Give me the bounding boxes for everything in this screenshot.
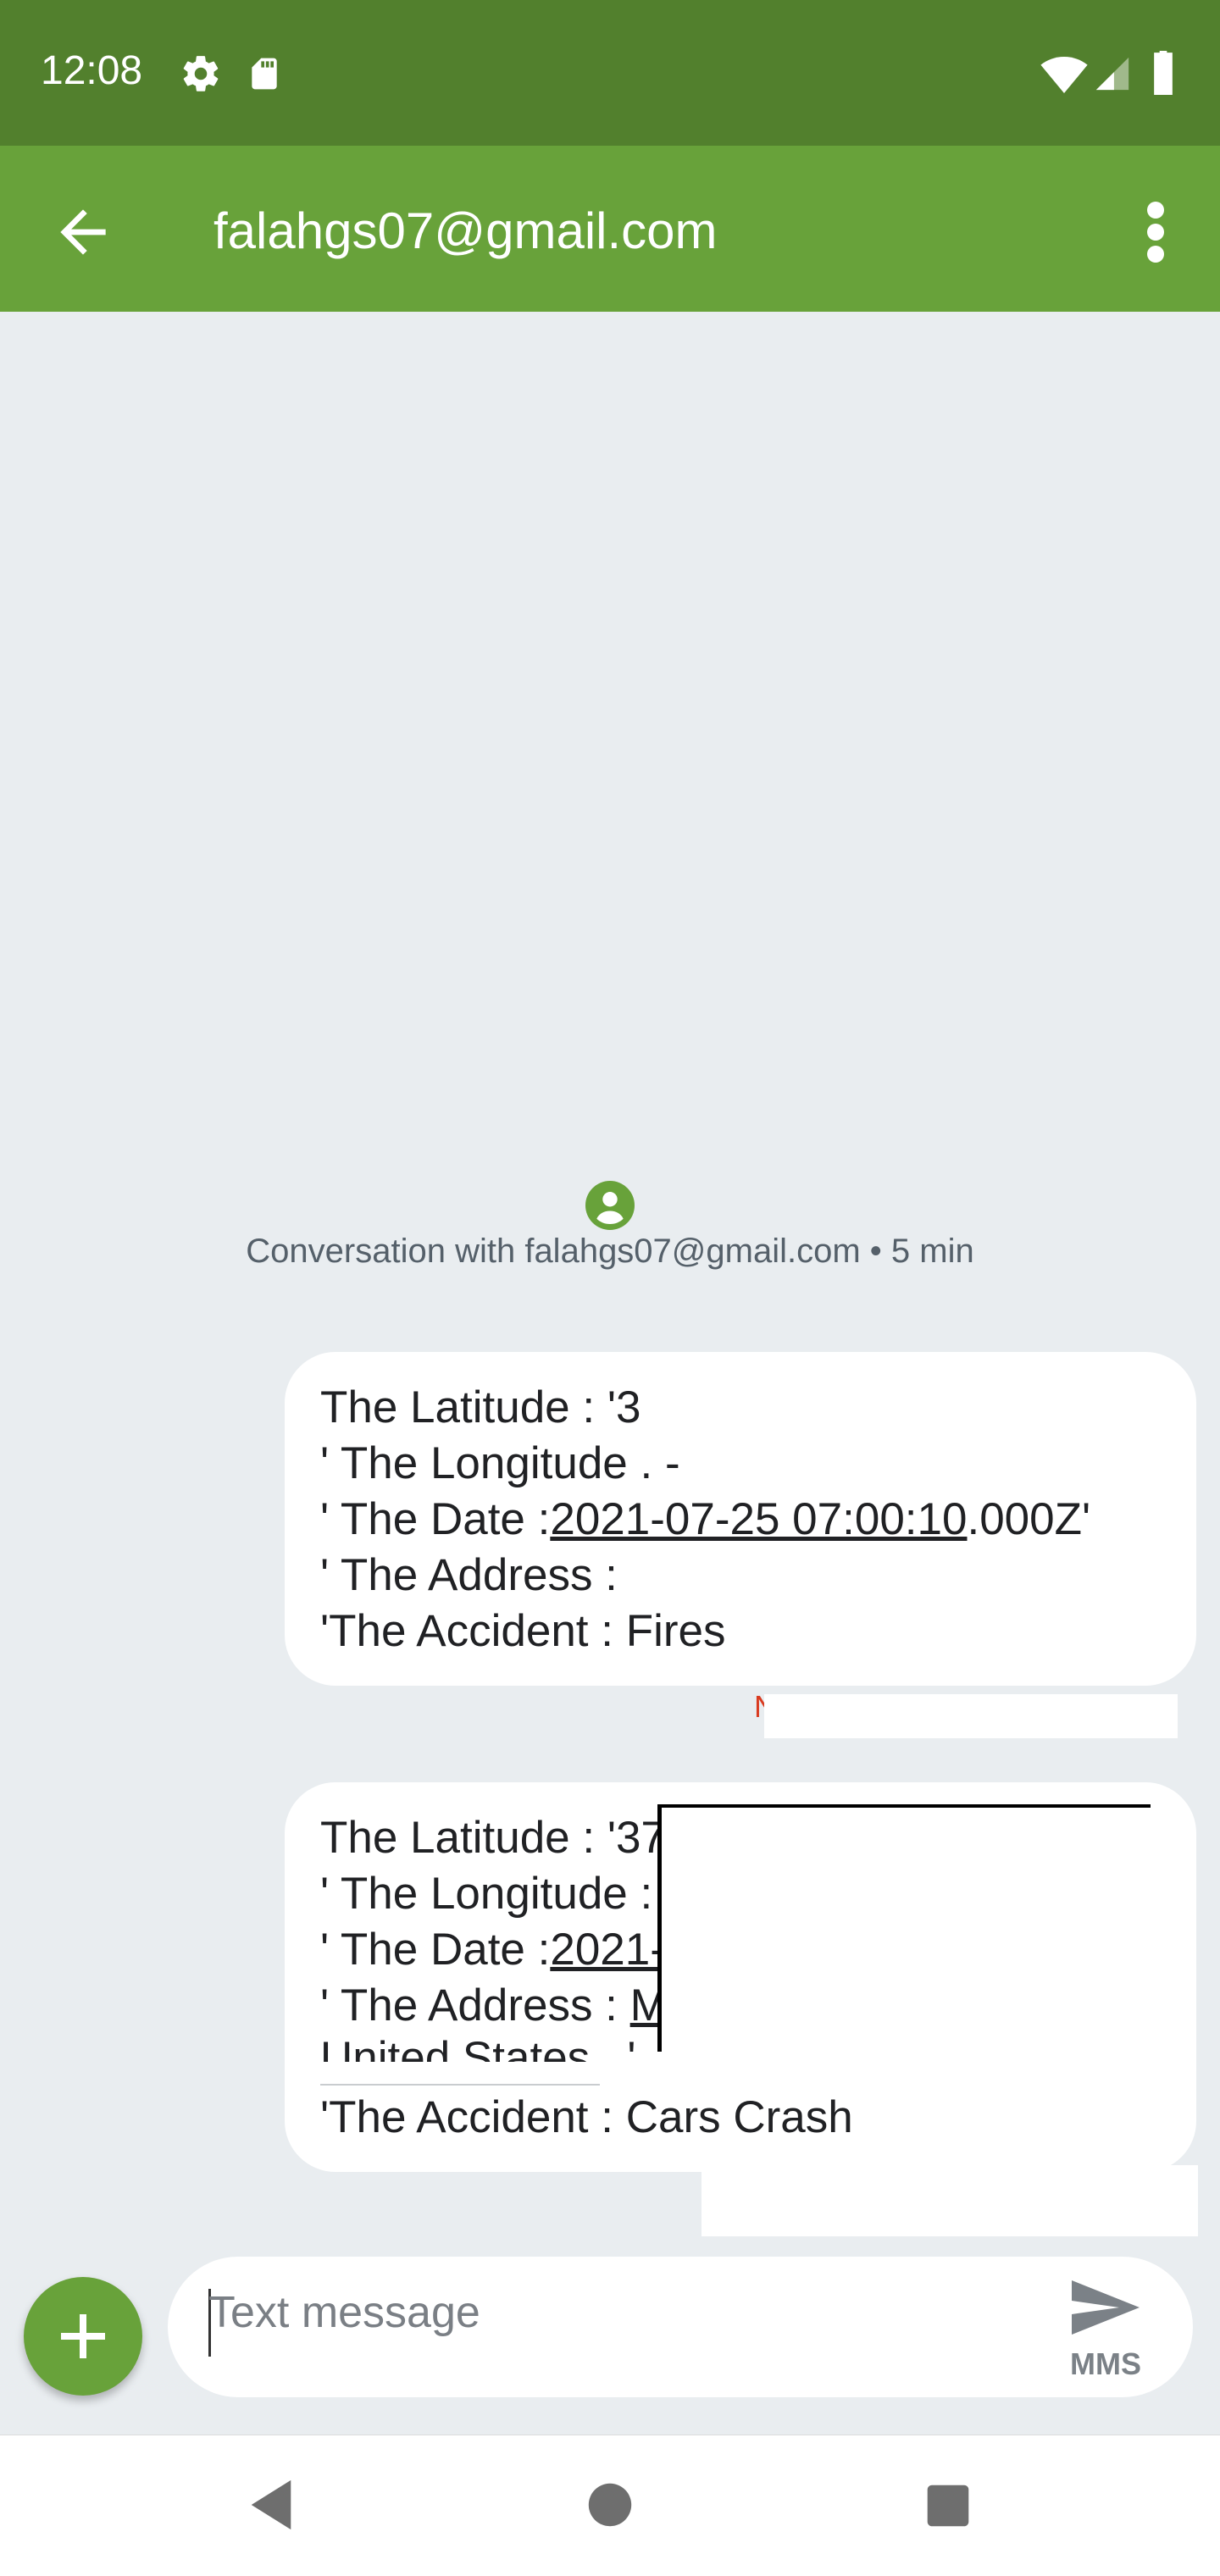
sd-card-icon [252, 58, 277, 90]
message-input[interactable]: Text message [208, 2287, 480, 2338]
message-line: The Latitude : '37 [320, 1813, 666, 1863]
redaction-box [657, 1804, 1151, 2052]
avatar [585, 1181, 635, 1230]
navigation-bar [0, 2435, 1220, 2576]
message-line: ' The Date :2021- [320, 1925, 665, 1975]
add-attachment-button[interactable] [24, 2277, 142, 2396]
conversation-info: Conversation with falahgs07@gmail.com • … [246, 1233, 974, 1270]
message-line: 'The Accident : Fires [320, 1606, 726, 1656]
message-line: United States . ' [320, 2033, 636, 2062]
status-bar: 12:08 [0, 0, 1220, 146]
message-line: ' The Address : [320, 1550, 618, 1600]
redaction-box [764, 1694, 1178, 1738]
message-line: ' The Date :2021-07-25 07:00:10.000Z' [320, 1494, 1091, 1544]
back-nav-icon[interactable] [246, 2478, 297, 2532]
send-button[interactable]: MMS [1059, 2274, 1152, 2384]
conversation-title: falahgs07@gmail.com [214, 202, 718, 259]
message-composer: Text message MMS [168, 2257, 1193, 2397]
home-nav-icon[interactable] [586, 2481, 634, 2529]
message-line: ' The Longitude : [320, 1869, 653, 1919]
person-icon [596, 1192, 624, 1224]
settings-icon [183, 56, 219, 91]
date-link[interactable]: 2021-07-25 07:00:10 [550, 1494, 967, 1544]
recents-nav-icon[interactable] [925, 2483, 971, 2529]
divider [320, 2084, 600, 2086]
send-label: MMS [1070, 2346, 1141, 2381]
redaction-box [652, 1543, 822, 1562]
redaction-box [702, 2165, 1198, 2236]
send-icon [1072, 2280, 1140, 2335]
more-vert-icon[interactable] [1132, 198, 1179, 266]
wifi-icon [1040, 56, 1088, 93]
signal-icon [1095, 57, 1129, 91]
message-line: 'The Accident : Cars Crash [320, 2092, 853, 2142]
toolbar: falahgs07@gmail.com [0, 146, 1220, 312]
message-bubble[interactable]: The Latitude : '3 ' The Longitude . - ' … [285, 1352, 1196, 1686]
arrow-back-icon[interactable] [49, 198, 117, 266]
status-time: 12:08 [41, 48, 143, 93]
message-line: ' The Longitude . - [320, 1438, 680, 1488]
date-link[interactable]: 2021- [550, 1925, 665, 1975]
plus-icon [61, 2314, 105, 2358]
message-line: ' The Address : M [320, 1980, 668, 2030]
battery-icon [1154, 51, 1173, 95]
message-line: The Latitude : '3 [320, 1382, 641, 1432]
